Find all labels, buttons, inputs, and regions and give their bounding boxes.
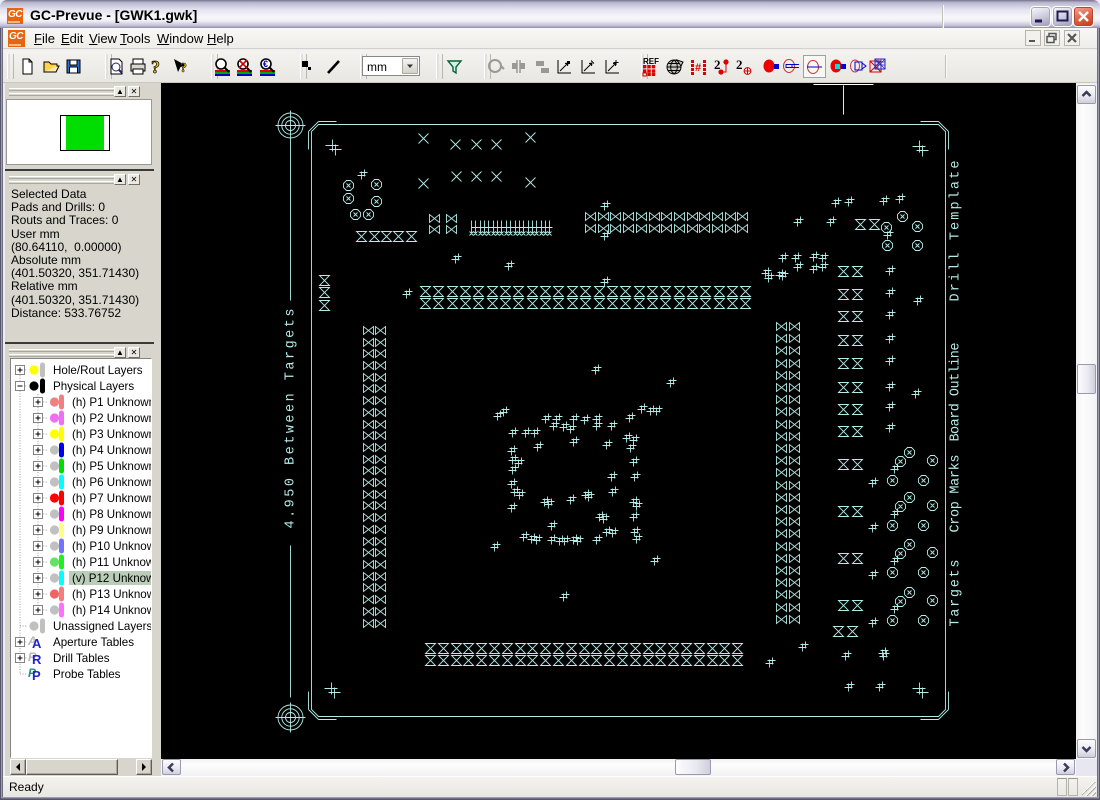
svg-text:?: ? bbox=[180, 61, 187, 76]
svg-text:(h) P8 Unknown: (h) P8 Unknown bbox=[72, 508, 152, 521]
svg-text:2: 2 bbox=[736, 57, 743, 72]
svg-text:(h) P4 Unknown: (h) P4 Unknown bbox=[72, 444, 152, 457]
svg-text:(h) P11 Unknown: (h) P11 Unknown bbox=[72, 556, 152, 569]
svg-text:Unassigned Layers: Unassigned Layers bbox=[53, 620, 152, 633]
svg-text:(h) P9 Unknown: (h) P9 Unknown bbox=[72, 524, 152, 537]
svg-text:(h) P10 Unknown: (h) P10 Unknown bbox=[72, 540, 152, 553]
svg-text:Physical Layers: Physical Layers bbox=[53, 380, 134, 393]
svg-text:Drill Template: Drill Template bbox=[949, 161, 964, 302]
svg-text:(h) P13 Unknown: (h) P13 Unknown bbox=[72, 588, 152, 601]
svg-text:(h) P1 Unknown: (h) P1 Unknown bbox=[72, 396, 152, 409]
svg-text:Hole/Rout Layers: Hole/Rout Layers bbox=[53, 364, 143, 377]
svg-text:Drill Tables: Drill Tables bbox=[53, 652, 110, 665]
svg-text:R: R bbox=[32, 652, 42, 667]
svg-text:?: ? bbox=[151, 57, 160, 77]
svg-text:Aperture Tables: Aperture Tables bbox=[53, 636, 134, 649]
svg-text:#: # bbox=[695, 62, 701, 74]
svg-text:(h) P14 Unknown: (h) P14 Unknown bbox=[72, 604, 152, 617]
svg-text:Board Outline: Board Outline bbox=[949, 343, 964, 442]
svg-text:(h) P5 Unknown: (h) P5 Unknown bbox=[72, 460, 152, 473]
svg-text:(h) P3 Unknown: (h) P3 Unknown bbox=[72, 428, 152, 441]
svg-text:Probe Tables: Probe Tables bbox=[53, 668, 121, 681]
svg-text:2: 2 bbox=[714, 57, 721, 72]
svg-text:(h) P2 Unknown: (h) P2 Unknown bbox=[72, 412, 152, 425]
svg-text:€: € bbox=[263, 59, 268, 69]
svg-text:4.950 Between Targets: 4.950 Between Targets bbox=[284, 309, 299, 529]
svg-text:(h) P6 Unknown: (h) P6 Unknown bbox=[72, 476, 152, 489]
svg-text:Targets: Targets bbox=[949, 560, 964, 627]
svg-text:Crop Marks: Crop Marks bbox=[949, 455, 964, 533]
svg-text:P: P bbox=[32, 668, 41, 683]
svg-text:(h) P7 Unknown: (h) P7 Unknown bbox=[72, 492, 152, 505]
svg-text:A: A bbox=[32, 636, 42, 651]
svg-text:REF: REF bbox=[643, 57, 659, 66]
svg-text:(v) P12 Unknown: (v) P12 Unknown bbox=[72, 572, 152, 585]
